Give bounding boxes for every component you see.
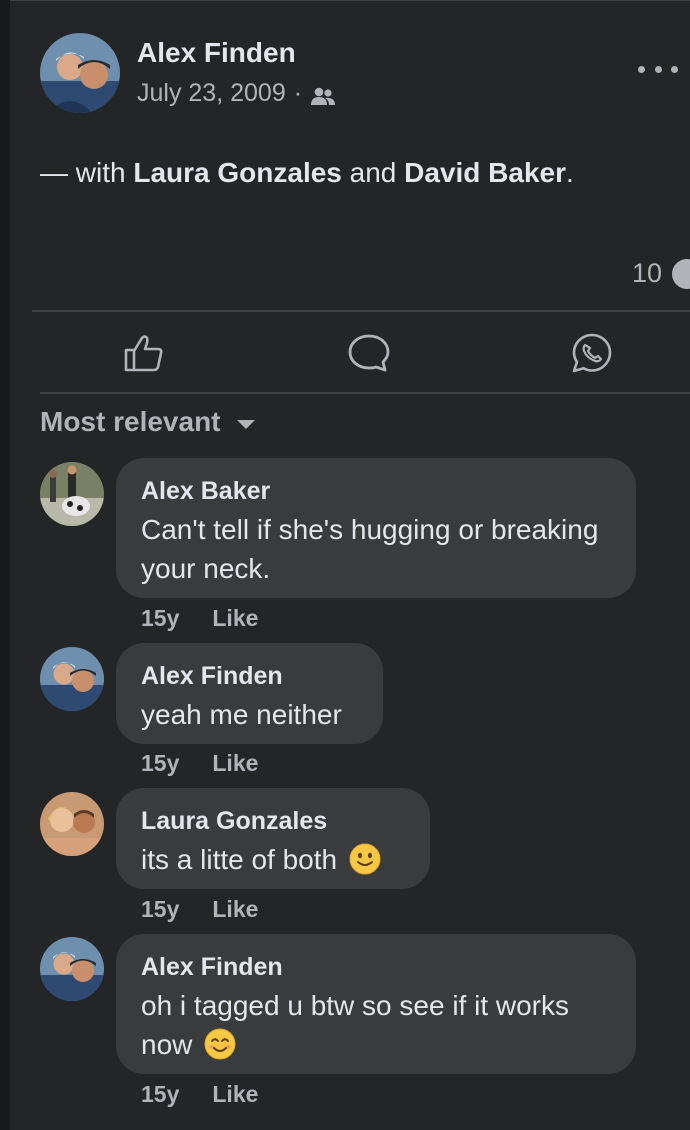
comment-time[interactable]: 15y [141, 896, 179, 923]
comment-text: its a litte of both 🙂 [141, 840, 405, 879]
comment-icon [348, 334, 390, 372]
comment-time[interactable]: 15y [141, 1081, 179, 1108]
comment-count-icon [672, 258, 690, 289]
window-edge [0, 0, 10, 1130]
thumbs-up-icon [124, 335, 163, 372]
post-date[interactable]: July 23, 2009 [137, 79, 286, 108]
meta-separator: · [293, 79, 303, 107]
comment-avatar[interactable] [40, 792, 104, 856]
comment-like-button[interactable]: Like [212, 896, 258, 923]
comment-author[interactable]: Alex Finden [141, 661, 358, 691]
post-text-prefix: — with [40, 157, 126, 188]
comment-text: oh i tagged u btw so see if it works now… [141, 986, 611, 1064]
comment-like-button[interactable]: Like [212, 750, 258, 777]
comment-text: Can't tell if she's hugging or breaking … [141, 514, 599, 584]
post-author-name[interactable]: Alex Finden [137, 37, 296, 69]
comment-text: yeah me neither [141, 699, 342, 730]
comment-actions: 15y Like [141, 750, 258, 777]
comment-button[interactable] [348, 333, 390, 373]
comment-actions: 15y Like [141, 605, 258, 632]
comment-author[interactable]: Laura Gonzales [141, 806, 405, 836]
friends-icon [310, 85, 336, 105]
slightly-smiling-emoji-icon [349, 843, 381, 875]
post-text-middle: and [349, 157, 397, 188]
more-options-icon[interactable] [638, 58, 678, 80]
comment-time[interactable]: 15y [141, 605, 179, 632]
post-meta: July 23, 2009 · [137, 79, 336, 108]
divider [40, 392, 690, 394]
comment-like-button[interactable]: Like [212, 605, 258, 632]
share-whatsapp-button[interactable] [571, 333, 613, 373]
reaction-summary[interactable]: 10 [632, 258, 690, 289]
comment-text-content: its a litte of both [141, 844, 338, 875]
tagged-user-david[interactable]: David Baker [404, 157, 566, 188]
comment-actions: 15y Like [141, 896, 258, 923]
comment-bubble: Alex Finden yeah me neither [116, 643, 383, 744]
comment-sort-label: Most relevant [40, 406, 221, 437]
divider [32, 310, 690, 312]
comment-actions: 15y Like [141, 1081, 258, 1108]
comment-bubble: Laura Gonzales its a litte of both 🙂 [116, 788, 430, 889]
comment-time[interactable]: 15y [141, 750, 179, 777]
comment-like-button[interactable]: Like [212, 1081, 258, 1108]
reaction-count: 10 [632, 258, 663, 288]
comment-avatar[interactable] [40, 937, 104, 1001]
comment-author[interactable]: Alex Baker [141, 476, 611, 506]
post-text: — with Laura Gonzales and David Baker. [40, 157, 574, 189]
comment-author[interactable]: Alex Finden [141, 952, 611, 982]
comment-avatar[interactable] [40, 647, 104, 711]
smiling-blush-emoji-icon [204, 1028, 236, 1060]
caret-down-icon [236, 419, 255, 429]
like-button[interactable] [123, 333, 165, 373]
comment-sort-dropdown[interactable]: Most relevant [40, 406, 255, 438]
comment-bubble: Alex Baker Can't tell if she's hugging o… [116, 458, 636, 598]
tagged-user-laura[interactable]: Laura Gonzales [133, 157, 342, 188]
comment-avatar[interactable] [40, 462, 104, 526]
top-border [10, 0, 690, 1]
whatsapp-icon [572, 333, 612, 373]
post-author-avatar[interactable] [40, 33, 120, 113]
post-text-suffix: . [566, 157, 574, 188]
comment-bubble: Alex Finden oh i tagged u btw so see if … [116, 934, 636, 1074]
